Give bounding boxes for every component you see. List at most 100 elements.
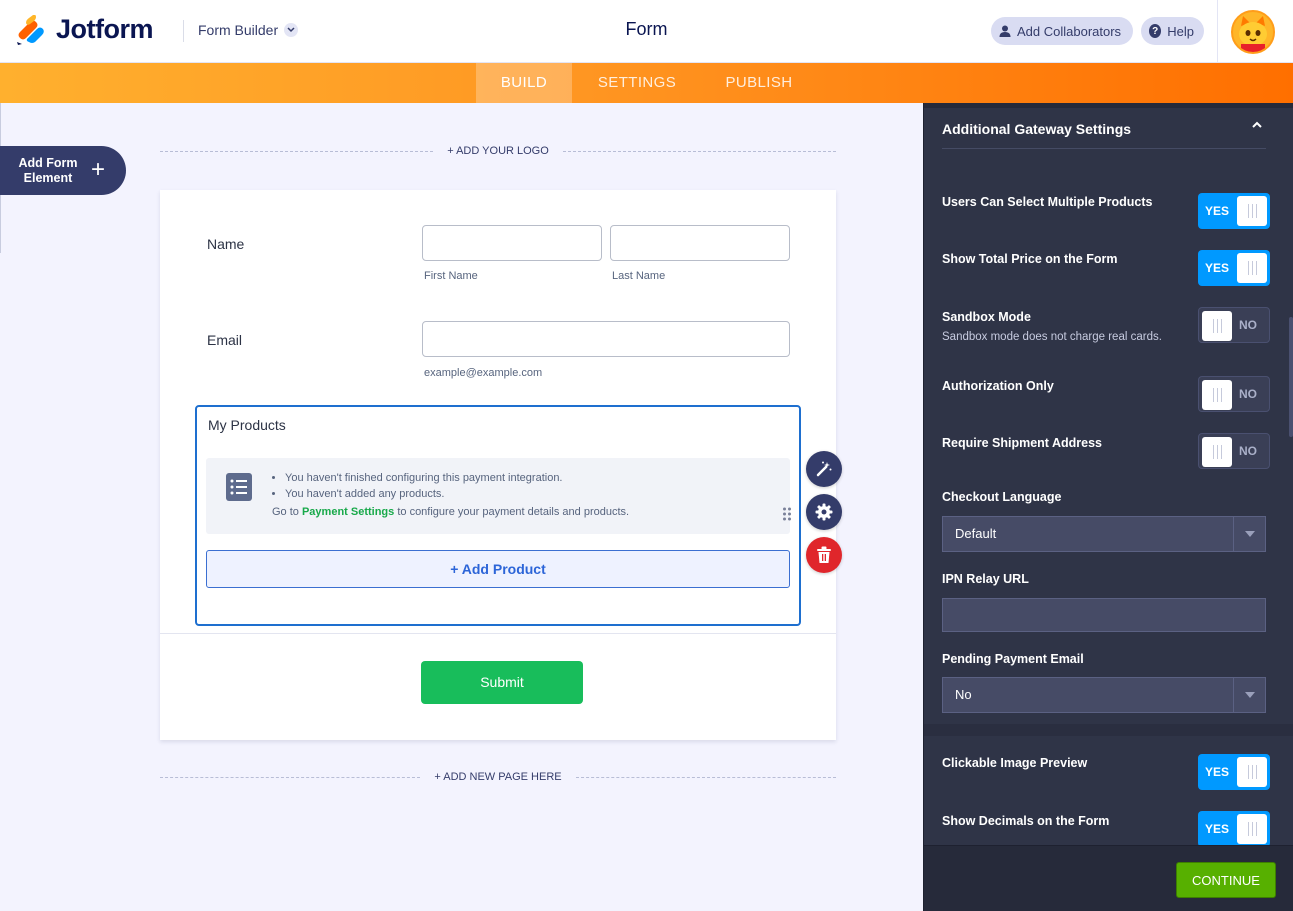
magic-wand-button[interactable] xyxy=(806,451,842,487)
name-label: Name xyxy=(207,236,245,252)
last-name-input[interactable] xyxy=(610,225,790,261)
jotform-logo[interactable]: Jotform xyxy=(17,14,154,45)
first-name-input[interactable] xyxy=(422,225,602,261)
panel-footer: CONTINUE xyxy=(924,845,1293,911)
email-sublabel: example@example.com xyxy=(424,367,543,379)
setting-label: Clickable Image Preview xyxy=(942,756,1088,770)
add-collaborators-button[interactable]: Add Collaborators xyxy=(991,17,1133,45)
toggle-value: YES xyxy=(1205,822,1230,836)
email-input[interactable] xyxy=(422,321,790,357)
goto-prefix: Go to xyxy=(272,506,302,518)
setting-label: Sandbox Mode xyxy=(942,310,1031,324)
avatar-cat-icon xyxy=(1239,16,1267,52)
show-decimals-toggle[interactable]: YES xyxy=(1198,811,1270,847)
trash-icon xyxy=(817,546,831,563)
toggle-value: NO xyxy=(1239,387,1257,401)
field-settings-button[interactable] xyxy=(806,494,842,530)
add-page-row[interactable]: + ADD NEW PAGE HERE xyxy=(160,770,836,784)
toggle-value: NO xyxy=(1239,444,1257,458)
toggle-value: YES xyxy=(1205,261,1230,275)
dashed-line xyxy=(575,776,836,778)
payment-settings-link[interactable]: Payment Settings xyxy=(302,506,394,518)
panel-heading: Additional Gateway Settings xyxy=(942,121,1132,137)
add-collaborators-label: Add Collaborators xyxy=(1017,23,1122,39)
dashed-line xyxy=(160,776,421,778)
add-form-element-button[interactable]: Add Form Element + xyxy=(0,146,126,195)
toggle-knob xyxy=(1237,814,1267,844)
continue-button[interactable]: CONTINUE xyxy=(1176,862,1276,898)
pending-email-select[interactable]: No xyxy=(942,677,1266,713)
checkout-language-select[interactable]: Default xyxy=(942,516,1266,552)
multiple-products-toggle[interactable]: YES xyxy=(1198,193,1270,229)
toggle-knob xyxy=(1202,380,1232,410)
section-separator xyxy=(924,724,1293,736)
last-name-sublabel: Last Name xyxy=(612,270,666,282)
setting-label: Authorization Only xyxy=(942,379,1054,393)
magic-wand-icon xyxy=(816,461,832,477)
jotform-logo-icon xyxy=(17,14,44,45)
email-label: Email xyxy=(207,332,243,348)
dashed-line xyxy=(160,150,434,152)
warning-item: You haven't finished configuring this pa… xyxy=(285,470,563,486)
add-form-element-label: Add Form Element xyxy=(18,155,78,185)
setting-label: Show Total Price on the Form xyxy=(942,252,1118,266)
products-warning-box: You haven't finished configuring this pa… xyxy=(206,458,792,534)
brand-name: Jotform xyxy=(56,14,154,44)
pending-email-label: Pending Payment Email xyxy=(942,652,1084,666)
toggle-knob xyxy=(1202,311,1232,341)
first-name-sublabel: First Name xyxy=(424,270,478,282)
help-button[interactable]: ? Help xyxy=(1141,17,1204,45)
submit-button[interactable]: Submit xyxy=(421,661,583,704)
caret-down-icon xyxy=(1233,678,1265,712)
authorization-only-toggle[interactable]: NO xyxy=(1198,376,1270,412)
require-shipment-toggle[interactable]: NO xyxy=(1198,433,1270,469)
setting-label: Users Can Select Multiple Products xyxy=(942,195,1153,209)
chevron-down-icon xyxy=(284,23,299,37)
chevron-up-icon[interactable] xyxy=(1251,119,1263,131)
avatar[interactable] xyxy=(1231,10,1275,54)
show-total-price-toggle[interactable]: YES xyxy=(1198,250,1270,286)
goto-suffix: to configure your payment details and pr… xyxy=(394,506,630,518)
help-label: Help xyxy=(1167,23,1194,39)
clickable-image-toggle[interactable]: YES xyxy=(1198,754,1270,790)
help-icon: ? xyxy=(1149,24,1162,38)
form-divider xyxy=(160,633,836,634)
drag-handle-icon[interactable] xyxy=(782,506,792,522)
products-field[interactable]: My Products You haven't finished configu… xyxy=(195,405,801,626)
add-product-button[interactable]: + Add Product xyxy=(206,550,790,588)
toggle-value: YES xyxy=(1205,204,1230,218)
checkout-language-label: Checkout Language xyxy=(942,490,1062,504)
plus-icon: + xyxy=(91,156,106,183)
panel-top-bar xyxy=(924,103,1293,108)
form-builder-label: Form Builder xyxy=(198,22,279,38)
setting-label: Show Decimals on the Form xyxy=(942,814,1110,828)
setting-sublabel: Sandbox mode does not charge real cards. xyxy=(942,331,1162,343)
ipn-relay-input[interactable] xyxy=(942,598,1266,632)
form-builder-dropdown[interactable]: Form Builder xyxy=(198,22,299,38)
setting-label: Require Shipment Address xyxy=(942,436,1102,450)
panel-scrollbar[interactable] xyxy=(1289,317,1293,437)
builder-tabbar: BUILD SETTINGS PUBLISH xyxy=(0,63,1293,103)
gateway-settings-panel: Additional Gateway Settings Users Can Se… xyxy=(923,103,1293,911)
add-new-page-link[interactable]: + ADD NEW PAGE HERE xyxy=(420,771,575,783)
tab-build[interactable]: BUILD xyxy=(476,63,572,103)
add-logo-link[interactable]: + ADD YOUR LOGO xyxy=(433,145,563,157)
checklist-icon xyxy=(226,473,252,501)
toggle-knob xyxy=(1237,196,1267,226)
select-value: No xyxy=(955,687,972,702)
tab-settings[interactable]: SETTINGS xyxy=(586,63,688,103)
ipn-relay-label: IPN Relay URL xyxy=(942,572,1029,586)
tab-publish[interactable]: PUBLISH xyxy=(712,63,806,103)
top-header: Jotform Form Builder Form Add Collaborat… xyxy=(0,0,1293,63)
select-value: Default xyxy=(955,526,997,541)
toggle-value: NO xyxy=(1239,318,1257,332)
toggle-knob xyxy=(1202,437,1232,467)
form-card: Name First Name Last Name Email example@… xyxy=(160,190,836,740)
header-divider xyxy=(183,20,184,42)
add-logo-row[interactable]: + ADD YOUR LOGO xyxy=(160,144,837,158)
sandbox-mode-toggle[interactable]: NO xyxy=(1198,307,1270,343)
gear-icon xyxy=(815,503,833,521)
goto-payment-settings-text: Go to Payment Settings to configure your… xyxy=(272,506,629,518)
delete-field-button[interactable] xyxy=(806,537,842,573)
panel-heading-divider xyxy=(942,148,1266,149)
